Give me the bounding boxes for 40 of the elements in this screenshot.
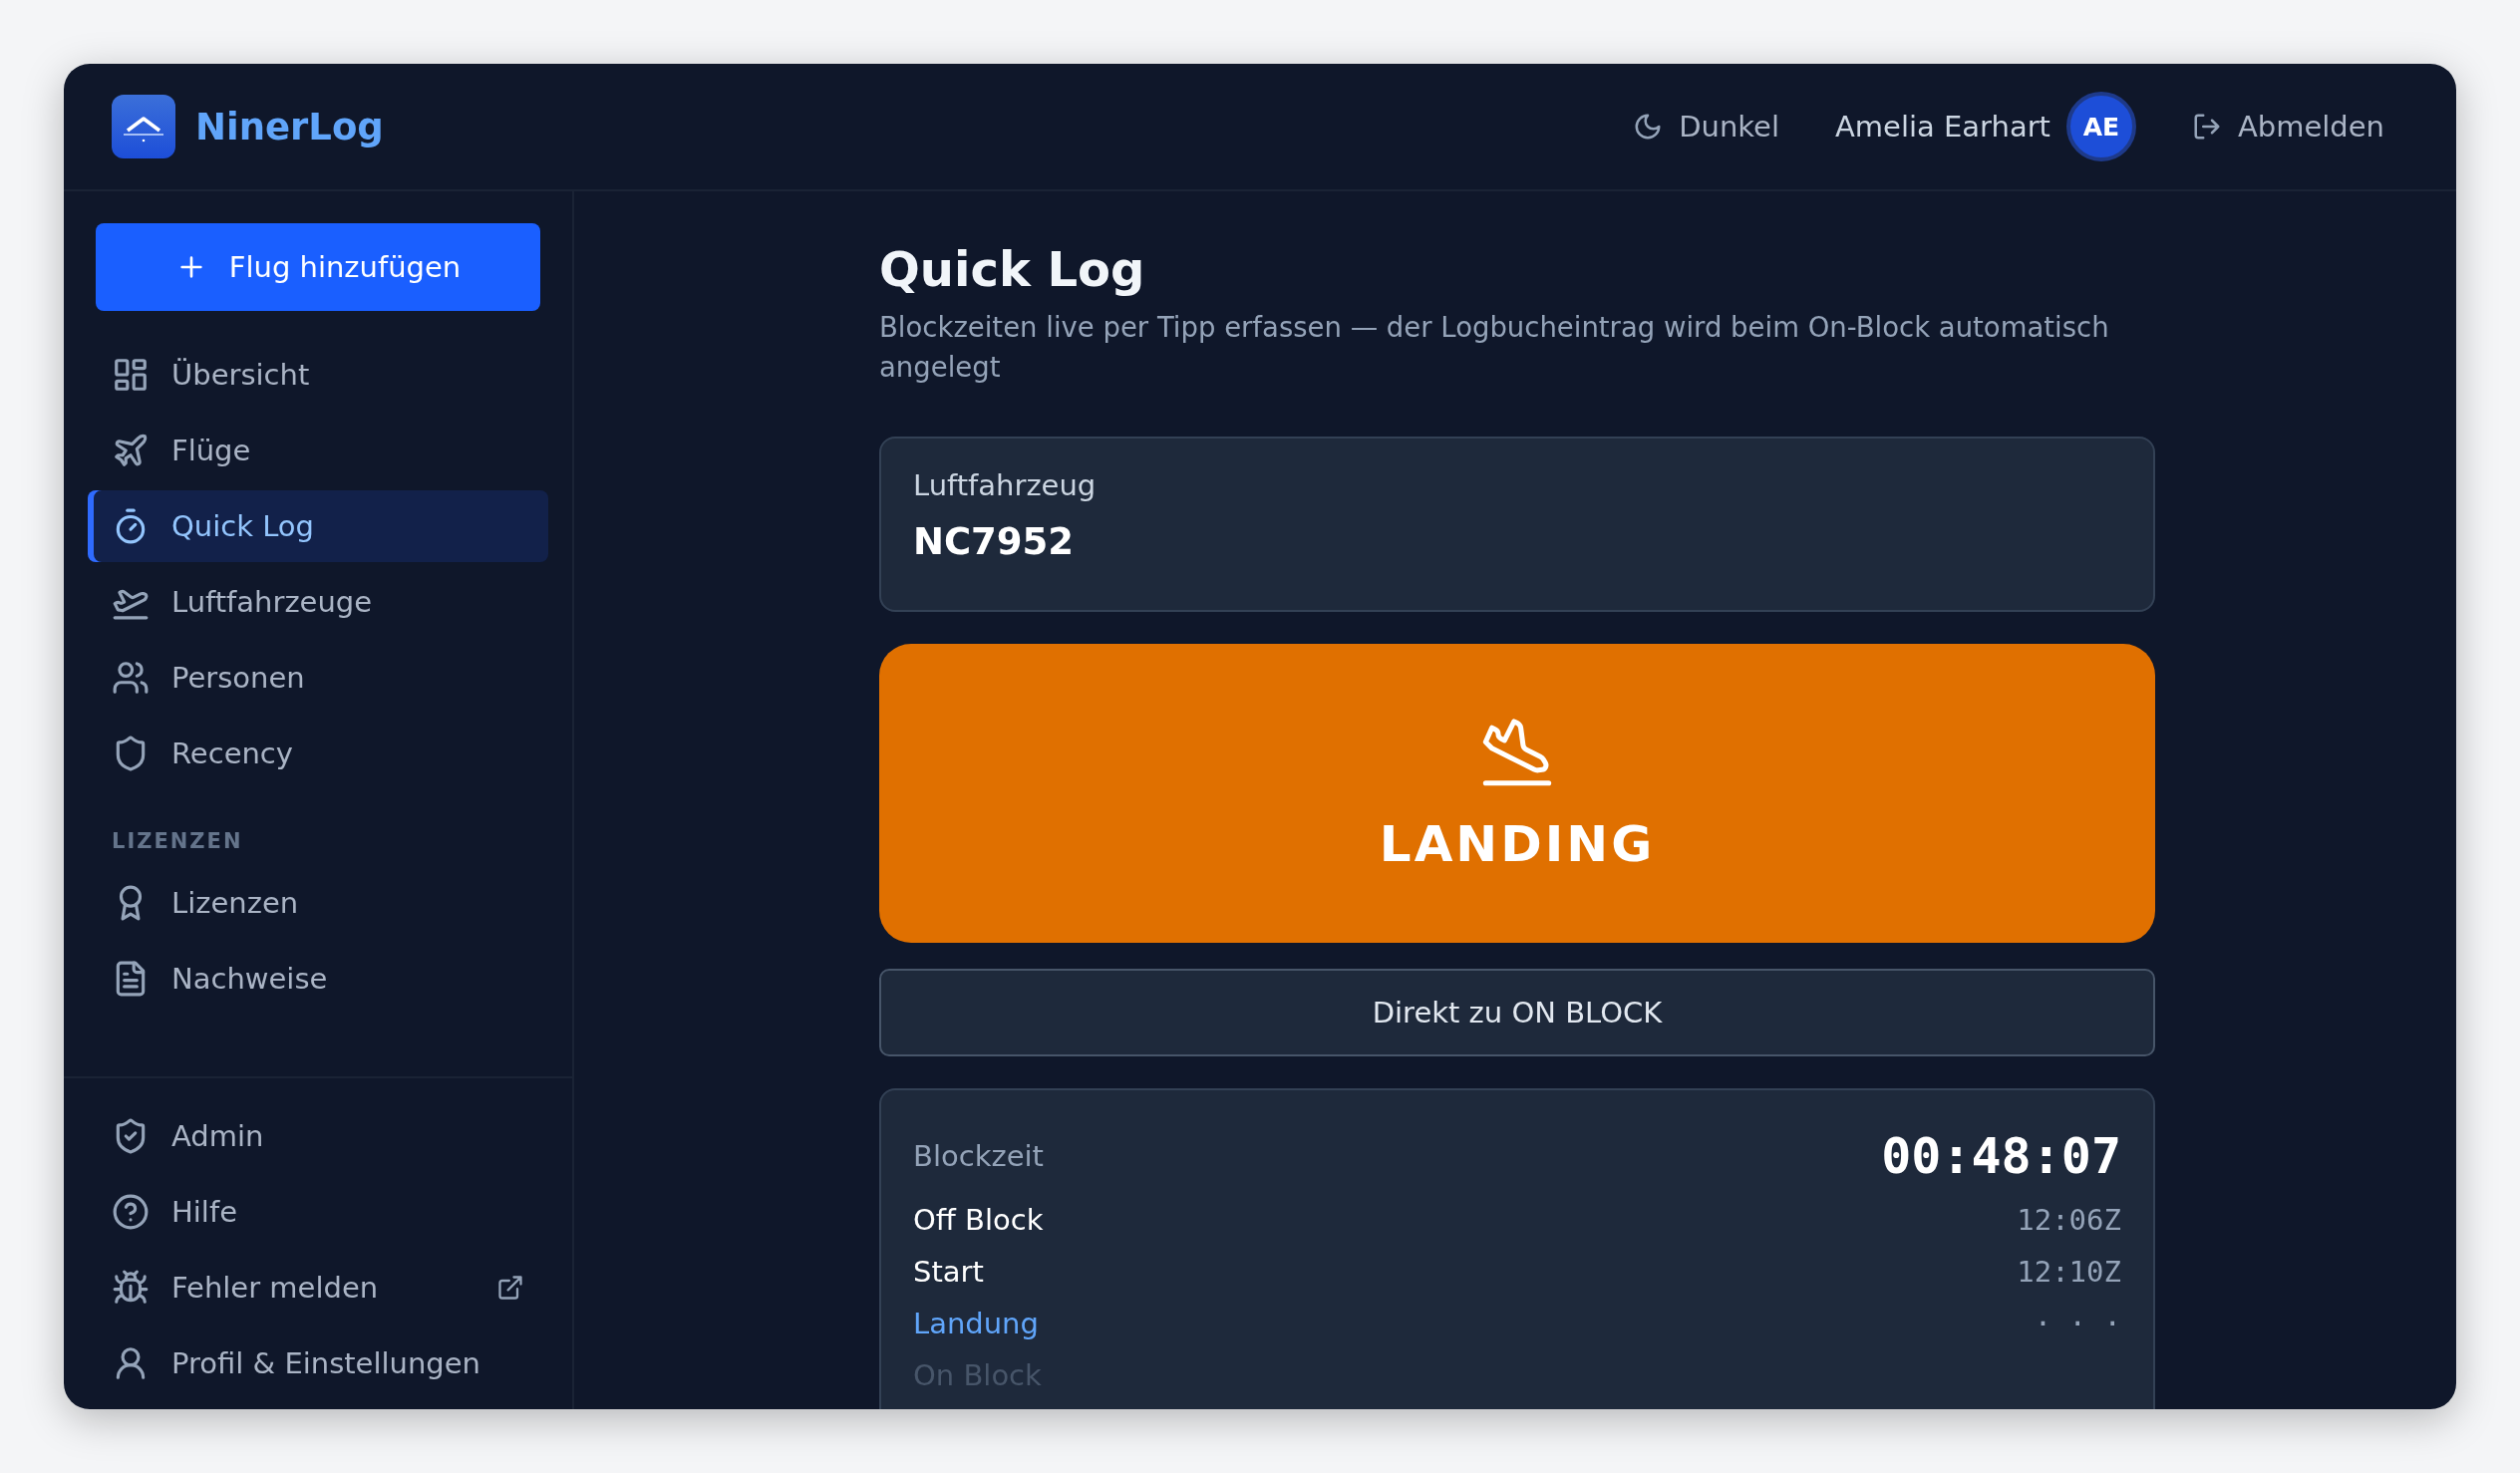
page-subtitle: Blockzeiten live per Tipp erfassen — der Logbucheintrag wird beim On-Block automatisch angelegt: [879, 310, 2110, 385]
help-icon: [112, 1193, 150, 1231]
user-name: Amelia Earhart: [1834, 110, 2050, 144]
blocktime-value: 00:48:07: [1881, 1127, 2121, 1185]
theme-toggle[interactable]: Dunkel: [1633, 110, 1779, 144]
nav-item[interactable]: Profil & Einstellungen: [88, 1327, 548, 1399]
grid-icon: [112, 356, 150, 394]
section-heading: LIZENZEN: [111, 829, 244, 853]
aircraft-card[interactable]: Luftfahrzeug NC7952: [879, 437, 2155, 612]
nav-item[interactable]: Recency: [88, 718, 548, 789]
user-avatar[interactable]: AE: [2065, 92, 2136, 161]
on-block-button[interactable]: Direkt zu ON BLOCK: [879, 969, 2155, 1056]
nav-item[interactable]: Luftfahrzeuge: [88, 566, 548, 638]
event-time: 12:10Z: [2017, 1255, 2121, 1289]
aircraft-registration: NC7952: [913, 520, 1076, 563]
logout-button[interactable]: Abmelden: [2191, 110, 2384, 144]
nav-item[interactable]: Nachweise: [88, 943, 548, 1015]
nav-item[interactable]: Personen: [88, 642, 548, 714]
event-time: · · ·: [2034, 1307, 2121, 1340]
event-time: 12:06Z: [2017, 1203, 2121, 1237]
plane-icon: [112, 432, 150, 469]
bug-icon: [112, 1269, 150, 1307]
nav-item[interactable]: Fehler melden: [88, 1252, 548, 1324]
event-label: Start: [913, 1255, 984, 1289]
nav-item[interactable]: Lizenzen: [88, 867, 548, 939]
event-label: Off Block: [913, 1203, 1044, 1237]
logo-icon: [112, 95, 175, 158]
add-flight-button[interactable]: Flug hinzufügen: [96, 223, 540, 311]
nav-item[interactable]: Quick Log: [88, 490, 548, 562]
aircraft-label: Luftfahrzeug: [913, 468, 1098, 502]
nav-item[interactable]: Flüge: [88, 415, 548, 486]
external-link-icon: [496, 1274, 524, 1302]
people-icon: [112, 659, 150, 697]
blocktime-label: Blockzeit: [913, 1139, 1044, 1173]
event-label: Landung: [913, 1307, 1039, 1340]
nav-item[interactable]: Übersicht: [88, 339, 548, 411]
nav-item[interactable]: Hilfe: [88, 1176, 548, 1248]
app-name: NinerLog: [195, 105, 384, 148]
nav-item[interactable]: Admin: [88, 1100, 548, 1172]
page-title: Quick Log: [879, 240, 1146, 299]
